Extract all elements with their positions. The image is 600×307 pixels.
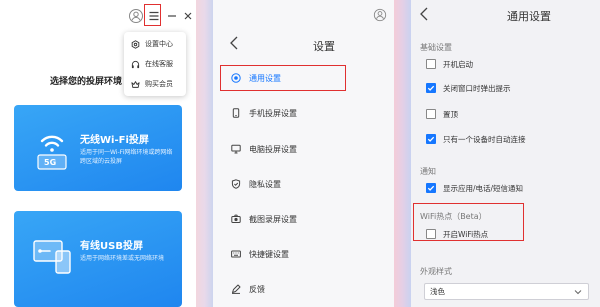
nav-item-label: 快捷键设置 xyxy=(249,249,289,259)
page-heading: 选择您的投屏环境 xyxy=(50,77,123,87)
close-icon[interactable] xyxy=(180,8,196,24)
show-notify-checkbox[interactable] xyxy=(426,183,436,193)
section-appearance-label: 外观样式 xyxy=(420,267,452,276)
shield-icon xyxy=(231,179,241,189)
back-button[interactable] xyxy=(229,36,239,50)
card-title: 无线Wi-Fi投屏 xyxy=(80,135,149,146)
option-label: 只有一个设备时自动连接 xyxy=(443,134,526,144)
nav-item-phone-cast[interactable]: 手机投屏设置 xyxy=(213,101,394,125)
chevron-down-icon xyxy=(574,290,582,295)
wifi-cast-card[interactable]: 5G 无线Wi-Fi投屏 适用于同一Wi-Fi网络环境或跨网络跨区域的云投屏 xyxy=(14,105,182,191)
close-popup-option[interactable]: 关闭窗口时弹出提示 xyxy=(426,81,511,95)
nav-item-feedback[interactable]: 反馈 xyxy=(213,277,394,301)
autostart-checkbox[interactable] xyxy=(426,59,436,69)
option-label: 置顶 xyxy=(443,109,458,119)
nav-item-screenshot[interactable]: 截图录屏设置 xyxy=(213,207,394,231)
keyboard-icon xyxy=(231,250,241,258)
user-avatar-icon[interactable] xyxy=(128,8,144,24)
card-description: 适用于网络环境差或无网络环境 xyxy=(80,255,165,262)
nav-item-privacy[interactable]: 隐私设置 xyxy=(213,172,394,196)
check-icon xyxy=(427,85,435,91)
chevron-left-icon xyxy=(230,36,238,50)
general-settings-title: 通用设置 xyxy=(507,10,551,23)
settings-nav-window: 设置 通用设置 手机投屏设置 电脑投屏设置 隐私设置 截图录屏设置 快捷键设置 … xyxy=(213,0,394,307)
menu-item-support[interactable]: 在线客服 xyxy=(124,54,186,74)
camera-icon xyxy=(231,214,241,223)
back-button[interactable] xyxy=(419,7,429,21)
panel-divider xyxy=(196,0,213,307)
nav-item-label: 电脑投屏设置 xyxy=(249,144,297,154)
gear-icon xyxy=(131,39,140,49)
nav-item-pc-cast[interactable]: 电脑投屏设置 xyxy=(213,137,394,161)
pin-top-checkbox[interactable] xyxy=(426,109,436,119)
user-avatar-icon[interactable] xyxy=(373,8,387,22)
option-label: 显示应用/电话/短信通知 xyxy=(443,183,524,193)
show-notify-option[interactable]: 显示应用/电话/短信通知 xyxy=(426,181,523,195)
option-label: 开启WiFi热点 xyxy=(443,229,489,239)
check-icon xyxy=(427,136,435,142)
single-device-option[interactable]: 只有一个设备时自动连接 xyxy=(426,132,526,146)
card-description: 适用于同一Wi-Fi网络环境或跨网络跨区域的云投屏 xyxy=(80,149,173,165)
enable-hotspot-checkbox[interactable] xyxy=(426,229,436,239)
5g-badge: 5G xyxy=(44,158,57,167)
nav-item-label: 手机投屏设置 xyxy=(249,108,297,118)
theme-select[interactable]: 浅色 xyxy=(424,283,589,300)
menu-item-settings[interactable]: 设置中心 xyxy=(124,34,186,54)
nav-item-label: 截图录屏设置 xyxy=(249,214,297,224)
check-icon xyxy=(427,185,435,191)
menu-highlight-box xyxy=(144,4,161,26)
section-wifi-hotspot-label: WiFi热点（Beta） xyxy=(420,212,487,221)
headset-icon xyxy=(131,60,140,68)
close-popup-checkbox[interactable] xyxy=(426,83,436,93)
general-settings-window: 通用设置 基础设置 开机启动 关闭窗口时弹出提示 置顶 只有一个设备时自动连接 … xyxy=(411,0,600,307)
settings-title: 设置 xyxy=(313,40,335,53)
monitor-icon xyxy=(231,144,241,154)
card-title: 有线USB投屏 xyxy=(80,241,143,252)
single-device-checkbox[interactable] xyxy=(426,134,436,144)
pen-icon xyxy=(232,284,241,294)
nav-item-label: 反馈 xyxy=(249,284,265,294)
nav-item-label: 隐私设置 xyxy=(249,179,281,189)
section-basic-label: 基础设置 xyxy=(420,43,452,52)
minimize-icon[interactable] xyxy=(164,8,180,24)
menu-item-label: 设置中心 xyxy=(145,40,173,48)
menu-item-label: 在线客服 xyxy=(145,60,173,68)
chevron-left-icon xyxy=(420,7,428,21)
pin-top-option[interactable]: 置顶 xyxy=(426,107,458,121)
usb-cast-card[interactable]: 有线USB投屏 适用于网络环境差或无网络环境 xyxy=(14,211,182,307)
panel-divider xyxy=(394,0,411,307)
theme-select-value: 浅色 xyxy=(430,287,445,296)
section-notify-label: 通知 xyxy=(420,167,436,176)
autostart-option[interactable]: 开机启动 xyxy=(426,57,473,71)
option-label: 开机启动 xyxy=(443,59,473,69)
main-window: 设置中心 在线客服 购买会员 选择您的投屏环境 5G 无线Wi-Fi投屏 适用于… xyxy=(0,0,196,307)
enable-hotspot-option[interactable]: 开启WiFi热点 xyxy=(426,227,488,241)
general-highlight-box xyxy=(220,65,346,91)
usb-devices-icon xyxy=(33,240,71,274)
nav-item-shortcuts[interactable]: 快捷键设置 xyxy=(213,242,394,266)
option-label: 关闭窗口时弹出提示 xyxy=(443,83,511,93)
phone-icon xyxy=(232,108,240,118)
